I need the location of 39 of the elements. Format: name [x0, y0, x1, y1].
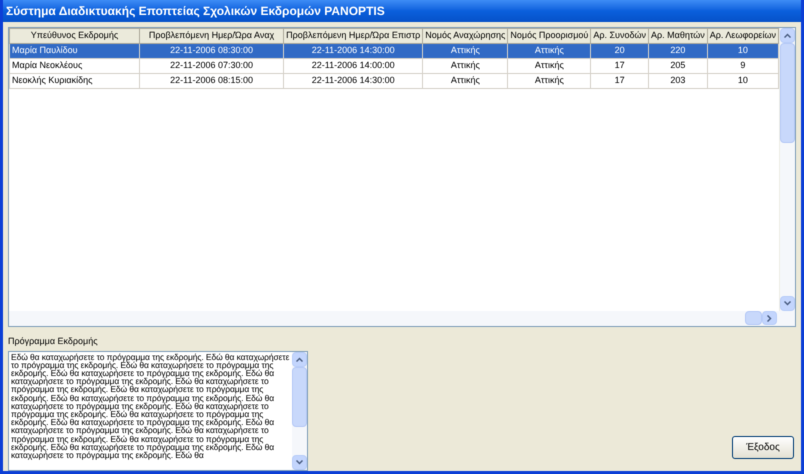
chevron-down-icon — [784, 301, 791, 306]
table-cell: Νεοκλής Κυριακίδης — [10, 74, 140, 88]
scroll-down-button[interactable] — [780, 296, 795, 311]
table-cell: 22-11-2006 08:15:00 — [139, 74, 284, 88]
chevron-down-icon — [296, 460, 303, 464]
table-cell: 10 — [707, 74, 778, 88]
program-text-area[interactable]: Εδώ θα καταχωρήσετε το πρόγραμμα της εκδρομής. Εδώ θα καταχωρήσετε το πρόγραμμα της εκδρομής. Εδώ θα καταχωρήσετε το πρόγραμμα της εκδρομής. Εδώ θα καταχωρήσετε το πρόγραμμα της εκδρομής. Εδώ θα καταχωρήσετε το πρόγραμμα της εκδρομής. Εδώ θα καταχωρήσετε το πρόγραμμα της εκδρομής. Εδώ θα καταχωρήσετε το πρόγραμμα της εκδρομής. Εδώ θα καταχωρήσετε το πρόγραμμα της εκδρομής. Εδώ θα καταχωρήσετε το πρόγραμμα της εκδρομής. Εδώ θα καταχωρήσετε το πρόγραμμα της εκδρομής. Εδώ θα καταχωρήσετε το πρόγραμμα της εκδρομής. Εδώ θα καταχωρήσετε το πρόγραμμα της εκδρομής. Εδώ θα καταχωρήσετε το πρόγραμμα της εκδρομής. Εδώ θα καταχωρήσετε το πρόγραμμα της εκδρομής. Εδώ θα καταχωρήσετε το πρόγραμμα της εκδρομής. Εδώ θα καταχωρήσετε το πρόγραμμα της εκδρομής. Εδώ θα καταχωρήσετε το πρόγραμμα της εκδρομής. Εδώ θα — [8, 350, 308, 470]
chevron-right-icon — [767, 314, 772, 322]
scroll-up-button[interactable] — [292, 352, 307, 366]
chevron-up-icon — [784, 33, 791, 38]
column-header[interactable]: Αρ. Μαθητών — [648, 28, 708, 44]
scroll-thumb[interactable] — [745, 311, 762, 325]
exit-button[interactable]: Έξοδος — [732, 436, 794, 458]
table-cell: 22-11-2006 14:30:00 — [284, 74, 423, 88]
table-cell: Αττικής — [508, 74, 591, 88]
horizontal-scrollbar[interactable] — [9, 311, 795, 326]
column-header[interactable]: Προβλεπόμενη Ημερ/Ώρα Αναχ — [139, 28, 284, 44]
column-header[interactable]: Αρ. Συνοδών — [590, 28, 648, 44]
chevron-up-icon — [296, 356, 303, 362]
column-header[interactable]: Αρ. Λεωφορείων — [707, 28, 778, 44]
vertical-scrollbar[interactable] — [292, 352, 307, 470]
table-cell: 17 — [590, 74, 648, 88]
scroll-thumb[interactable] — [292, 366, 307, 426]
scroll-thumb[interactable] — [780, 43, 795, 143]
window-title: Σύστημα Διαδικτυακής Εποπτείας Σχολικών Εκδρομών PANOPTIS — [6, 3, 385, 20]
table-row[interactable]: Μαρία Παυλίδου 22-11-2006 08:30:00 22-11-2006 14:30:00 Αττικής Αττικής 20 220 10 — [10, 44, 778, 58]
column-header[interactable]: Νομός Προορισμού — [508, 28, 591, 44]
column-header[interactable]: Υπεύθυνος Εκδρομής — [10, 28, 140, 44]
table-cell: Αττικής — [422, 74, 508, 88]
scroll-up-button[interactable] — [780, 28, 795, 43]
table-cell: 203 — [648, 74, 708, 88]
scroll-down-button[interactable] — [292, 454, 307, 470]
program-label: Πρόγραμμα Εκδρομής — [8, 335, 99, 348]
table-row[interactable]: Νεοκλής Κυριακίδης 22-11-2006 08:15:00 22-11-2006 14:30:00 Αττικής Αττικής 17 203 10 — [10, 74, 778, 88]
table-row[interactable]: Μαρία Νεοκλέους 22-11-2006 07:30:00 22-11-2006 14:00:00 Αττικής Αττικής 17 205 9 — [10, 58, 778, 74]
column-header[interactable]: Προβλεπόμενη Ημερ/Ώρα Επιστρ — [284, 28, 423, 44]
scroll-right-button[interactable] — [762, 311, 777, 325]
vertical-scrollbar[interactable] — [779, 28, 795, 311]
column-header[interactable]: Νομός Αναχώρησης — [422, 28, 508, 44]
